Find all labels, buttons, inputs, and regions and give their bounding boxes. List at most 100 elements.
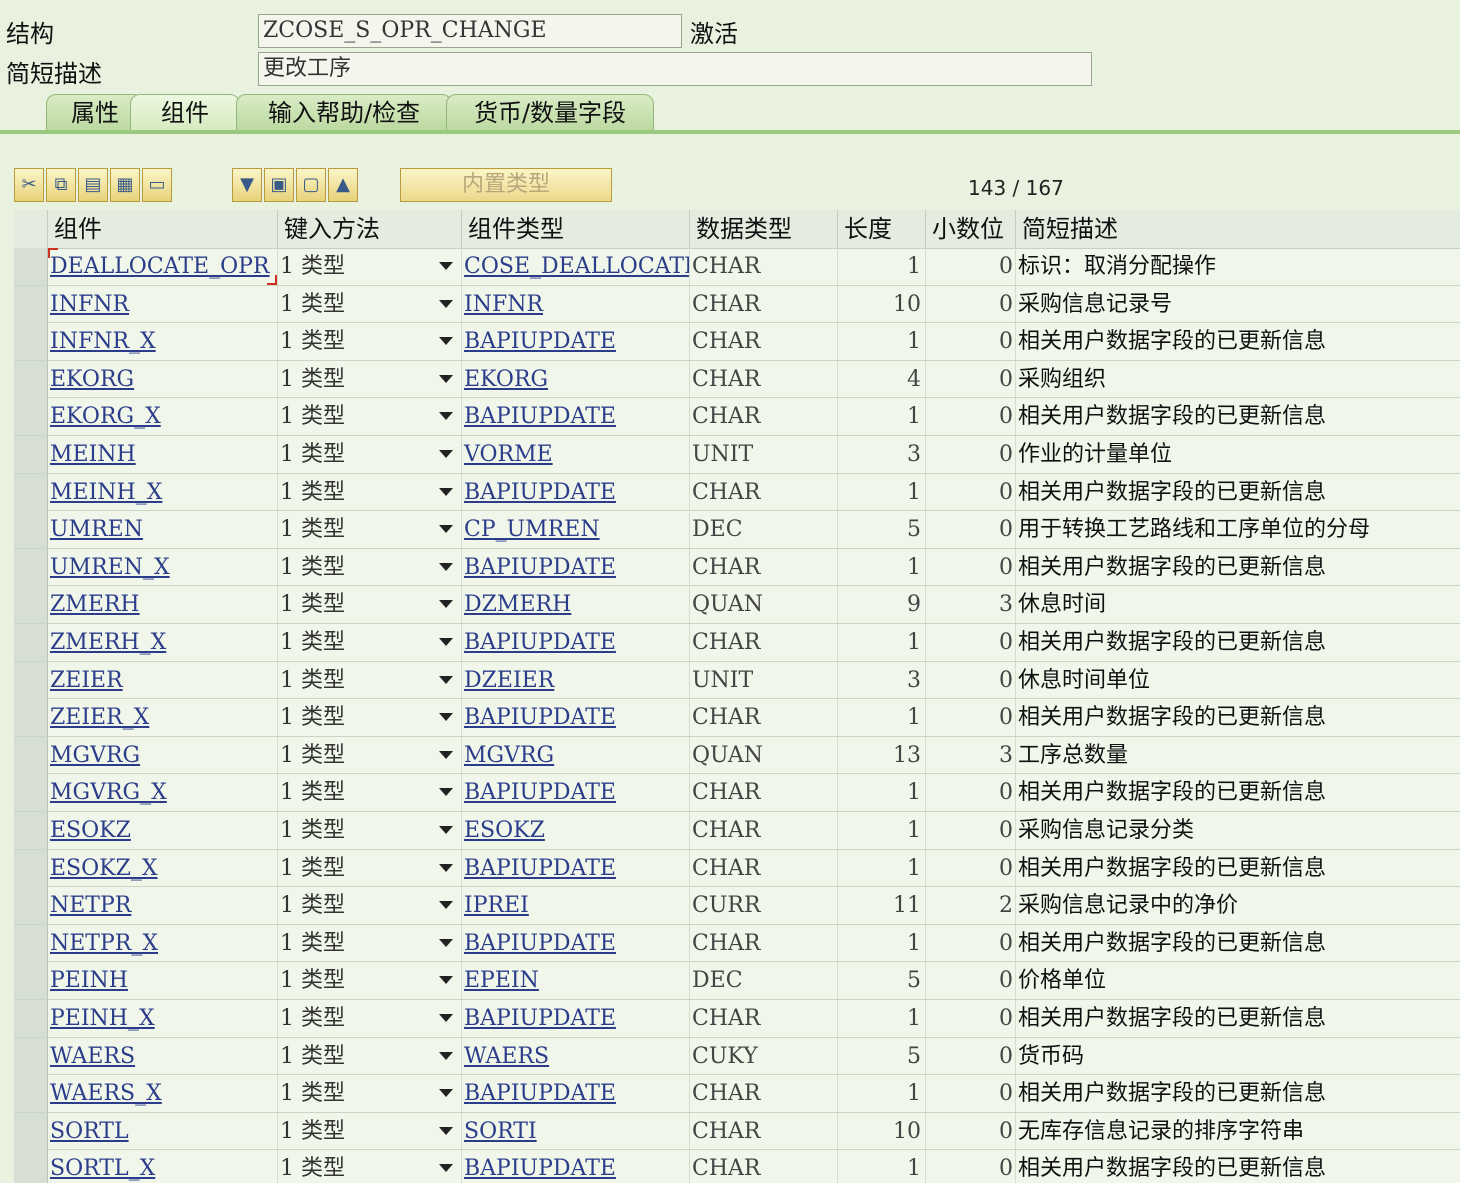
table-row[interactable]: ESOKZ 1 类型 ESOKZ CHAR 1 0 采购信息记录分类 <box>14 812 1460 850</box>
component-cell[interactable]: INFNR <box>48 285 278 323</box>
component-cell[interactable]: ZMERH <box>48 586 278 624</box>
component-cell[interactable]: ESOKZ_X <box>48 849 278 887</box>
typing-method-cell[interactable]: 1 类型 <box>278 473 462 511</box>
component-type-cell[interactable]: ESOKZ <box>462 812 690 849</box>
col-header-component-type[interactable]: 组件类型 <box>462 210 690 248</box>
component-type-cell[interactable]: BAPIUPDATE <box>462 1150 690 1183</box>
component-cell[interactable]: WAERS <box>48 1037 278 1075</box>
typing-method-cell[interactable]: 1 类型 <box>278 398 462 436</box>
col-header-decimals[interactable]: 小数位 <box>926 210 1016 248</box>
row-selector[interactable] <box>14 736 48 774</box>
builtin-type-button[interactable]: 内置类型 <box>400 168 612 202</box>
component-cell[interactable]: DEALLOCATE_OPR <box>48 248 278 285</box>
typing-method-cell[interactable]: 1 类型 <box>278 1075 462 1113</box>
row-selector[interactable] <box>14 812 48 849</box>
table-row[interactable]: MEINH_X 1 类型 BAPIUPDATE CHAR 1 0 相关用户数据字段的已更新信… <box>14 473 1460 512</box>
row-selector[interactable] <box>14 1075 48 1113</box>
col-header-typing-method[interactable]: 键入方法 <box>278 210 462 248</box>
table-row[interactable]: ZMERH 1 类型 DZMERH QUAN 9 3 休息时间 <box>14 586 1460 624</box>
tab-input-help-check[interactable]: 输入帮助/检查 <box>236 94 452 130</box>
table-row[interactable]: WAERS_X 1 类型 BAPIUPDATE CHAR 1 0 相关用户数据字段的已更新信… <box>14 1075 1460 1113</box>
typing-method-cell[interactable]: 1 类型 <box>278 1037 462 1075</box>
dropdown-arrow-icon[interactable] <box>439 262 453 270</box>
typing-method-cell[interactable]: 1 类型 <box>278 548 462 586</box>
component-cell[interactable]: INFNR_X <box>48 323 278 361</box>
table-row[interactable]: PEINH_X 1 类型 BAPIUPDATE CHAR 1 0 相关用户数据字段的已更新信… <box>14 1000 1460 1038</box>
dropdown-arrow-icon[interactable] <box>439 901 453 910</box>
component-type-cell[interactable]: CP_UMREN <box>462 511 690 549</box>
component-cell[interactable]: PEINH_X <box>48 1000 278 1037</box>
component-type-cell[interactable]: BAPIUPDATE <box>462 924 690 962</box>
component-type-cell[interactable]: BAPIUPDATE <box>462 774 690 812</box>
dropdown-arrow-icon[interactable] <box>439 826 453 834</box>
typing-method-cell[interactable]: 1 类型 <box>278 812 462 849</box>
row-selector[interactable] <box>14 774 48 812</box>
typing-method-cell[interactable]: 1 类型 <box>278 323 462 361</box>
insert-row-icon[interactable]: ▦ <box>110 168 140 202</box>
row-selector[interactable] <box>14 1150 48 1183</box>
table-row[interactable]: EKORG 1 类型 EKORG CHAR 4 0 采购组织 <box>14 360 1460 399</box>
table-row[interactable]: INFNR 1 类型 INFNR CHAR 10 0 采购信息记录号 <box>14 285 1460 324</box>
typing-method-cell[interactable]: 1 类型 <box>278 586 462 624</box>
row-selector[interactable] <box>14 436 48 473</box>
table-row[interactable]: ZEIER_X 1 类型 BAPIUPDATE CHAR 1 0 相关用户数据字段的已更新信… <box>14 699 1460 737</box>
dropdown-arrow-icon[interactable] <box>439 487 453 496</box>
row-selector[interactable] <box>14 473 48 511</box>
row-selector[interactable] <box>14 962 48 1000</box>
component-type-cell[interactable]: BAPIUPDATE <box>462 1000 690 1037</box>
component-cell[interactable]: PEINH <box>48 962 278 1000</box>
table-row[interactable]: MGVRG_X 1 类型 BAPIUPDATE CHAR 1 0 相关用户数据字段的已更新信… <box>14 774 1460 812</box>
typing-method-cell[interactable]: 1 类型 <box>278 962 462 1000</box>
table-row[interactable]: ESOKZ_X 1 类型 BAPIUPDATE CHAR 1 0 相关用户数据字段的已更新信… <box>14 849 1460 888</box>
row-selector[interactable] <box>14 1037 48 1075</box>
typing-method-cell[interactable]: 1 类型 <box>278 1000 462 1037</box>
component-type-cell[interactable]: IPREI <box>462 887 690 925</box>
row-selector[interactable] <box>14 849 48 887</box>
component-type-cell[interactable]: BAPIUPDATE <box>462 323 690 361</box>
tab-components[interactable]: 组件 <box>130 94 240 130</box>
dropdown-arrow-icon[interactable] <box>439 675 453 684</box>
component-cell[interactable]: SORTL <box>48 1112 278 1150</box>
table-row[interactable]: MGVRG 1 类型 MGVRG QUAN 13 3 工序总数量 <box>14 736 1460 775</box>
typing-method-cell[interactable]: 1 类型 <box>278 360 462 398</box>
component-type-cell[interactable]: SORTI <box>462 1112 690 1150</box>
component-cell[interactable]: MEINH <box>48 436 278 473</box>
typing-method-cell[interactable]: 1 类型 <box>278 736 462 774</box>
component-type-cell[interactable]: WAERS <box>462 1037 690 1075</box>
component-cell[interactable]: MGVRG_X <box>48 774 278 812</box>
dropdown-arrow-icon[interactable] <box>439 1126 453 1135</box>
component-type-cell[interactable]: BAPIUPDATE <box>462 398 690 436</box>
paste-icon[interactable]: ▤ <box>78 168 108 202</box>
dropdown-arrow-icon[interactable] <box>439 412 453 421</box>
table-row[interactable]: ZEIER 1 类型 DZEIER UNIT 3 0 休息时间单位 <box>14 661 1460 700</box>
component-cell[interactable]: NETPR <box>48 887 278 925</box>
component-cell[interactable]: WAERS_X <box>48 1075 278 1113</box>
table-row[interactable]: UMREN 1 类型 CP_UMREN DEC 5 0 用于转换工艺路线和工序单位的分母 <box>14 511 1460 549</box>
typing-method-cell[interactable]: 1 类型 <box>278 699 462 737</box>
table-row[interactable]: EKORG_X 1 类型 BAPIUPDATE CHAR 1 0 相关用户数据字段的已更新信… <box>14 398 1460 436</box>
typing-method-cell[interactable]: 1 类型 <box>278 774 462 812</box>
delete-row-icon[interactable]: ▭ <box>142 168 172 202</box>
dropdown-arrow-icon[interactable] <box>439 450 453 458</box>
row-selector[interactable] <box>14 1112 48 1150</box>
cut-icon[interactable]: ✂ <box>14 168 44 202</box>
component-cell[interactable]: UMREN_X <box>48 548 278 586</box>
component-cell[interactable]: SORTL_X <box>48 1150 278 1183</box>
col-header-short-description[interactable]: 简短描述 <box>1016 210 1460 248</box>
dropdown-arrow-icon[interactable] <box>439 299 453 308</box>
typing-method-cell[interactable]: 1 类型 <box>278 511 462 549</box>
table-row[interactable]: NETPR 1 类型 IPREI CURR 11 2 采购信息记录中的净价 <box>14 887 1460 925</box>
row-selector[interactable] <box>14 924 48 962</box>
table-row[interactable]: SORTL_X 1 类型 BAPIUPDATE CHAR 1 0 相关用户数据字段的已更新信… <box>14 1150 1460 1183</box>
dropdown-arrow-icon[interactable] <box>439 713 453 722</box>
row-selector[interactable] <box>14 624 48 661</box>
component-cell[interactable]: EKORG <box>48 360 278 398</box>
component-type-cell[interactable]: COSE_DEALLOCATE <box>462 248 690 285</box>
component-cell[interactable]: MGVRG <box>48 736 278 774</box>
row-selector[interactable] <box>14 699 48 737</box>
dropdown-arrow-icon[interactable] <box>439 1014 453 1022</box>
typing-method-cell[interactable]: 1 类型 <box>278 924 462 962</box>
component-cell[interactable]: NETPR_X <box>48 924 278 962</box>
table-row[interactable]: UMREN_X 1 类型 BAPIUPDATE CHAR 1 0 相关用户数据字段的已更新信… <box>14 548 1460 587</box>
dropdown-arrow-icon[interactable] <box>439 863 453 872</box>
